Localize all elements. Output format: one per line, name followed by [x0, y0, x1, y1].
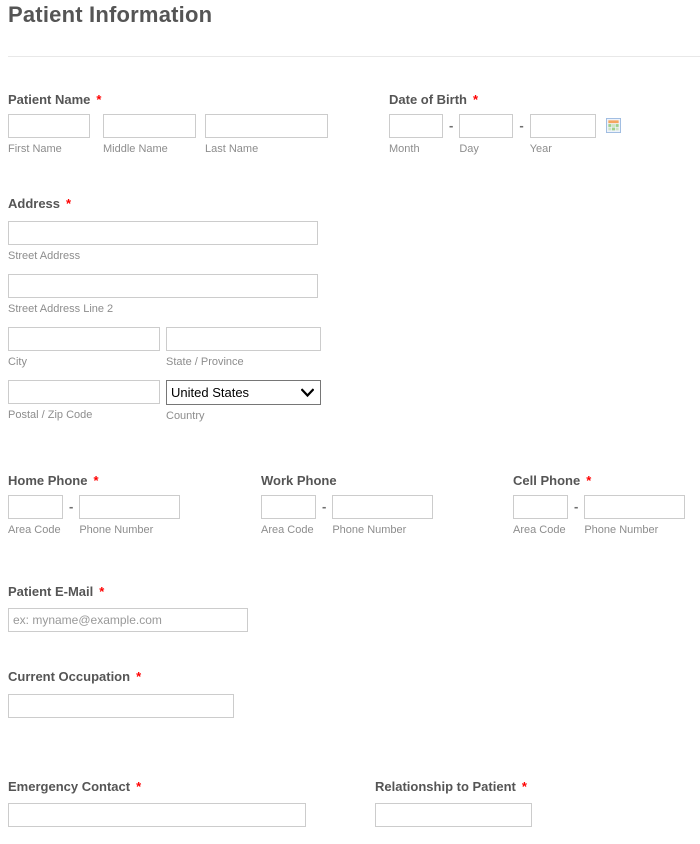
required-asterisk: *: [99, 584, 104, 599]
state-province-sublabel: State / Province: [166, 356, 321, 369]
phone-separator-dash: -: [316, 495, 332, 519]
required-asterisk: *: [586, 473, 591, 488]
birth-month-input[interactable]: [389, 114, 443, 138]
required-asterisk: *: [136, 779, 141, 794]
middle-name-input[interactable]: [103, 114, 196, 138]
birth-year-sublabel: Year: [530, 143, 596, 156]
field-current-occupation: Current Occupation*: [8, 669, 168, 718]
title-divider: [8, 56, 700, 57]
first-name-input[interactable]: [8, 114, 90, 138]
field-cell-phone: Cell Phone* Area Code - Phone Number: [513, 473, 685, 537]
field-home-phone: Home Phone* Area Code - Phone Number: [8, 473, 180, 537]
country-sublabel: Country: [166, 410, 321, 423]
cell-phone-area-sublabel: Area Code: [513, 524, 568, 537]
current-occupation-label: Current Occupation*: [8, 669, 148, 684]
field-patient-email: Patient E-Mail*: [8, 584, 248, 632]
street-address-line2-sublabel: Street Address Line 2: [8, 303, 321, 316]
birth-month-sublabel: Month: [389, 143, 443, 156]
birth-month-group: Month: [389, 114, 443, 156]
field-emergency-contact: Emergency Contact*: [8, 779, 306, 827]
middle-name-sublabel: Middle Name: [103, 143, 196, 156]
page-title: Patient Information: [8, 2, 212, 28]
last-name-group: Last Name: [205, 114, 328, 156]
birth-day-group: Day: [459, 114, 513, 156]
required-asterisk: *: [473, 92, 478, 107]
last-name-input[interactable]: [205, 114, 328, 138]
patient-email-label: Patient E-Mail*: [8, 584, 248, 599]
required-asterisk: *: [522, 779, 527, 794]
state-province-group: State / Province: [166, 327, 321, 369]
middle-name-group: Middle Name: [103, 114, 196, 156]
cell-phone-number-sublabel: Phone Number: [584, 524, 685, 537]
emergency-contact-input[interactable]: [8, 803, 306, 827]
work-phone-number-sublabel: Phone Number: [332, 524, 433, 537]
field-date-of-birth: Date of Birth* Month - Day - Year: [389, 92, 621, 156]
street-address-sublabel: Street Address: [8, 250, 321, 263]
patient-information-form: Patient Information Patient Name* First …: [0, 0, 700, 844]
emergency-contact-label: Emergency Contact*: [8, 779, 306, 794]
street-address-line2-input[interactable]: [8, 274, 318, 298]
street-address-input[interactable]: [8, 221, 318, 245]
street-address-line2-group: Street Address Line 2: [8, 274, 321, 316]
date-of-birth-label: Date of Birth*: [389, 92, 621, 107]
country-select-wrapper[interactable]: United States: [166, 380, 321, 405]
postal-code-group: Postal / Zip Code: [8, 380, 160, 422]
date-separator-dash: -: [443, 114, 459, 138]
postal-code-sublabel: Postal / Zip Code: [8, 409, 160, 422]
field-relationship-to-patient: Relationship to Patient*: [375, 779, 532, 827]
country-select[interactable]: United States: [166, 380, 321, 405]
required-asterisk: *: [66, 196, 71, 211]
work-phone-area-input[interactable]: [261, 495, 316, 519]
country-group: United States Country: [166, 380, 321, 423]
home-phone-area-input[interactable]: [8, 495, 63, 519]
date-separator-dash: -: [513, 114, 529, 138]
phone-separator-dash: -: [63, 495, 79, 519]
birth-day-sublabel: Day: [459, 143, 513, 156]
required-asterisk: *: [96, 92, 101, 107]
address-label: Address*: [8, 196, 321, 211]
last-name-sublabel: Last Name: [205, 143, 328, 156]
work-phone-area-sublabel: Area Code: [261, 524, 316, 537]
relationship-label: Relationship to Patient*: [375, 779, 532, 794]
patient-email-input[interactable]: [8, 608, 248, 632]
work-phone-label: Work Phone: [261, 473, 433, 488]
first-name-group: First Name: [8, 114, 90, 156]
birth-year-input[interactable]: [530, 114, 596, 138]
field-patient-name: Patient Name* First Name Middle Name Las…: [8, 92, 328, 156]
birth-day-input[interactable]: [459, 114, 513, 138]
current-occupation-input[interactable]: [8, 694, 234, 718]
field-work-phone: Work Phone Area Code - Phone Number: [261, 473, 433, 537]
required-asterisk: *: [136, 669, 141, 684]
phone-separator-dash: -: [568, 495, 584, 519]
cell-phone-label: Cell Phone*: [513, 473, 685, 488]
cell-phone-number-group: Phone Number: [584, 495, 685, 537]
relationship-input[interactable]: [375, 803, 532, 827]
home-phone-area-group: Area Code: [8, 495, 63, 537]
city-input[interactable]: [8, 327, 160, 351]
street-address-group: Street Address: [8, 221, 321, 263]
calendar-icon[interactable]: [606, 118, 621, 133]
home-phone-number-input[interactable]: [79, 495, 180, 519]
home-phone-label: Home Phone*: [8, 473, 180, 488]
city-group: City: [8, 327, 160, 369]
patient-name-label: Patient Name*: [8, 92, 328, 107]
work-phone-number-input[interactable]: [332, 495, 433, 519]
work-phone-area-group: Area Code: [261, 495, 316, 537]
postal-code-input[interactable]: [8, 380, 160, 404]
first-name-sublabel: First Name: [8, 143, 90, 156]
field-address: Address* Street Address Street Address L…: [8, 196, 321, 423]
cell-phone-number-input[interactable]: [584, 495, 685, 519]
city-sublabel: City: [8, 356, 160, 369]
birth-year-group: Year: [530, 114, 596, 156]
cell-phone-area-input[interactable]: [513, 495, 568, 519]
required-asterisk: *: [93, 473, 98, 488]
home-phone-area-sublabel: Area Code: [8, 524, 63, 537]
home-phone-number-group: Phone Number: [79, 495, 180, 537]
cell-phone-area-group: Area Code: [513, 495, 568, 537]
home-phone-number-sublabel: Phone Number: [79, 524, 180, 537]
state-province-input[interactable]: [166, 327, 321, 351]
work-phone-number-group: Phone Number: [332, 495, 433, 537]
